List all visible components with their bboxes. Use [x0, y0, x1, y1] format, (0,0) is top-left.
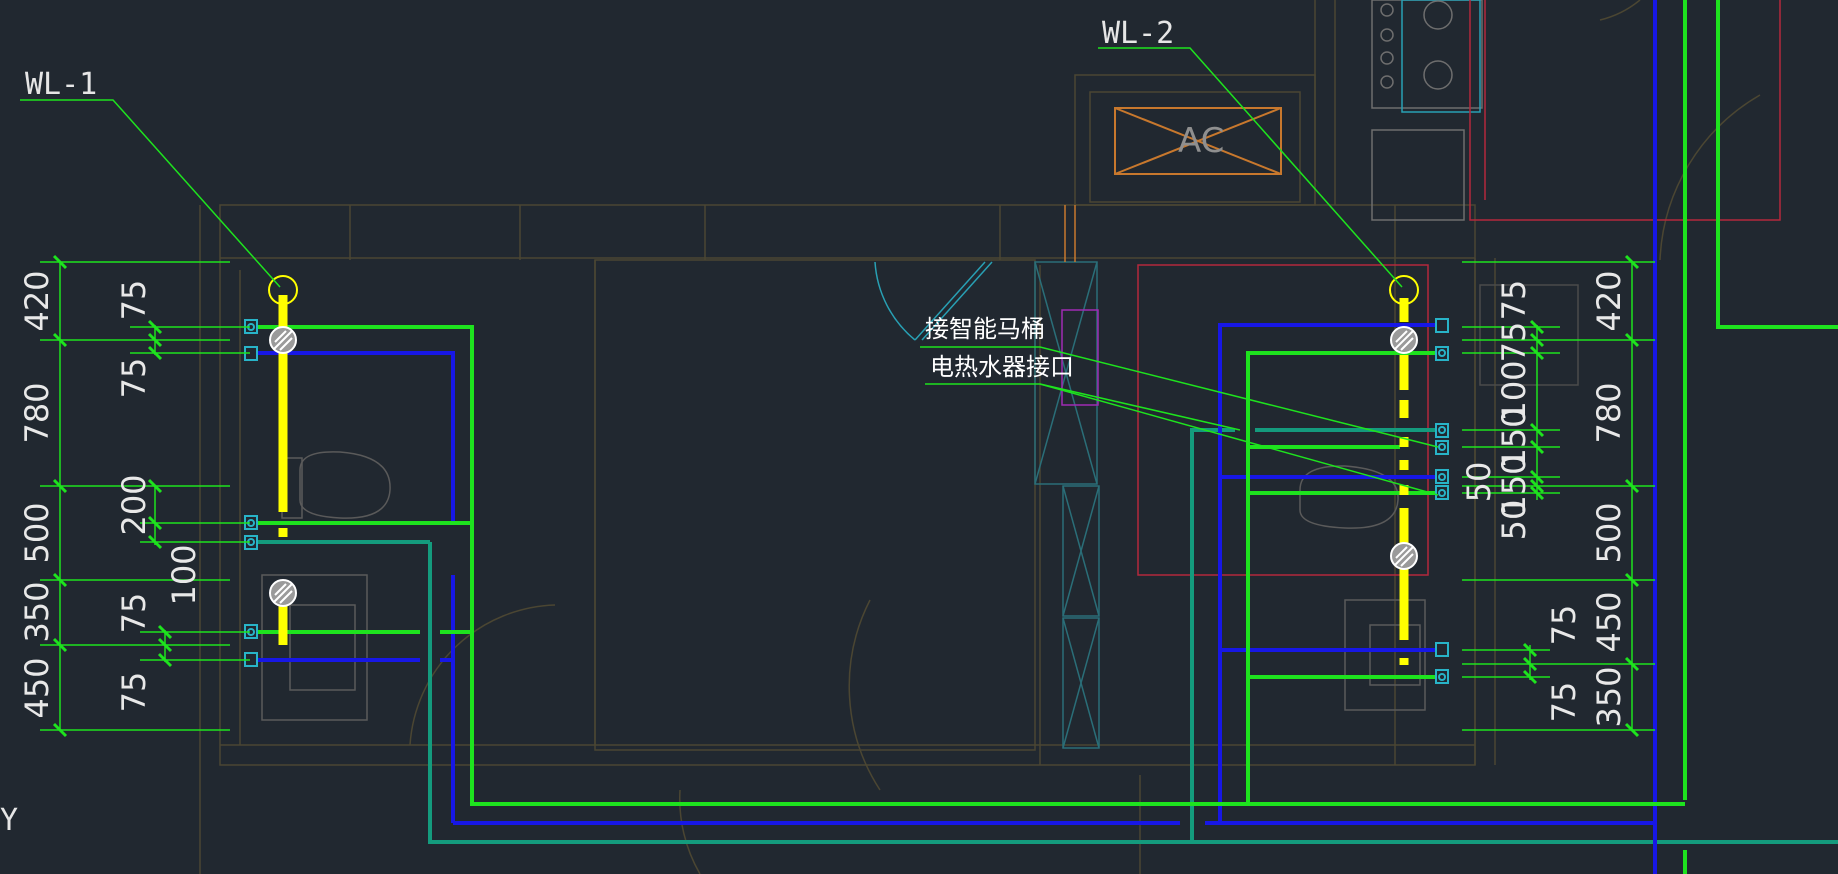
wl1-label: WL-1	[25, 67, 97, 102]
dim-75: 75	[115, 358, 153, 399]
dim-500: 500	[18, 502, 56, 563]
hatched-drain-icon	[1390, 542, 1418, 570]
dim-350: 350	[18, 581, 56, 642]
cad-drawing[interactable]: AC WL-1 WL-2 接智能马桶 电热水器接口 Y 420 780 500 …	[0, 0, 1838, 874]
heater-callout: 电热水器接口	[930, 353, 1074, 381]
drawing-background	[0, 0, 1838, 874]
dim-75: 75	[1545, 682, 1583, 723]
dim-420: 420	[1590, 270, 1628, 331]
hatched-drain-icon	[269, 579, 297, 607]
dim-450: 450	[18, 657, 56, 718]
dim-50: 50	[1495, 500, 1533, 541]
dim-420: 420	[18, 270, 56, 331]
dim-450: 450	[1590, 591, 1628, 652]
ac-label: AC	[1178, 121, 1224, 161]
dim-75: 75	[1545, 605, 1583, 646]
hatched-drain-icon	[269, 326, 297, 354]
dim-780: 780	[1590, 382, 1628, 443]
axis-label: Y	[0, 803, 18, 838]
dim-200: 200	[115, 474, 153, 535]
wl2-label: WL-2	[1102, 16, 1174, 51]
hatched-drain-icon	[1390, 326, 1418, 354]
toilet-callout: 接智能马桶	[925, 315, 1045, 343]
dim-350: 350	[1590, 666, 1628, 727]
dim-50: 50	[1460, 462, 1498, 503]
dim-780: 780	[18, 382, 56, 443]
dim-75: 75	[1495, 280, 1533, 321]
dim-75: 75	[115, 672, 153, 713]
dim-75: 75	[1495, 322, 1533, 363]
dim-75: 75	[115, 280, 153, 321]
dim-100: 100	[165, 544, 203, 605]
dim-500: 500	[1590, 502, 1628, 563]
dim-75: 75	[115, 593, 153, 634]
